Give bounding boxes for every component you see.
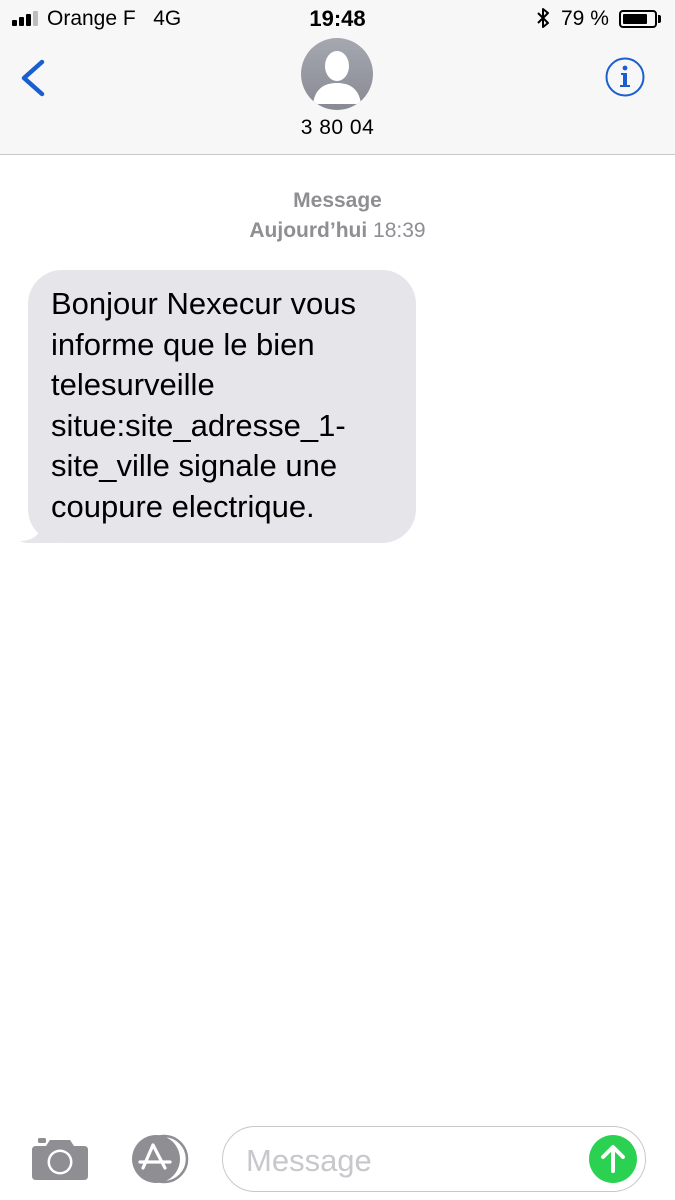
send-button[interactable]	[589, 1135, 637, 1183]
message-input-placeholder: Message	[246, 1143, 372, 1178]
thread-service-label: Message	[293, 189, 382, 212]
battery-cap	[658, 15, 661, 23]
messages-screen: Orange F 4G 19:48 79 % 3 80 04 Message A…	[0, 0, 675, 1200]
back-button[interactable]	[14, 56, 54, 100]
timestamp-day: Aujourd’hui	[249, 219, 368, 242]
message-line: Bonjour Nexecur vous	[51, 286, 356, 321]
conversation-header: 3 80 04	[0, 38, 675, 155]
battery-percent: 79 %	[561, 7, 609, 30]
contact-name[interactable]: 3 80 04	[0, 116, 675, 140]
incoming-message-bubble[interactable]: Bonjour Nexecur vous informe que le bien…	[28, 270, 416, 543]
contact-avatar[interactable]	[301, 38, 373, 110]
message-line: coupure electrique.	[51, 488, 315, 524]
bluetooth-icon	[537, 8, 549, 28]
message-row: Bonjour Nexecur vous informe que le bien…	[18, 270, 416, 543]
battery-icon	[619, 10, 657, 28]
message-line: telesurveille	[51, 367, 215, 402]
thread-timestamp: Aujourd’hui 18:39	[0, 219, 675, 243]
arrow-up-icon	[601, 1145, 625, 1173]
message-line: site_ville signale une	[51, 448, 338, 483]
camera-button[interactable]	[30, 1134, 90, 1182]
status-bar: Orange F 4G 19:48 79 %	[0, 0, 675, 38]
person-silhouette-icon	[313, 51, 361, 104]
message-line: informe que le bien	[51, 326, 315, 362]
battery-level-fill	[623, 14, 647, 24]
info-button[interactable]	[604, 56, 646, 98]
message-input[interactable]: Message	[222, 1126, 646, 1192]
app-store-button[interactable]	[126, 1134, 192, 1184]
timestamp-time: 18:39	[373, 219, 426, 242]
message-line: situe:site_adresse_1-	[51, 407, 346, 443]
